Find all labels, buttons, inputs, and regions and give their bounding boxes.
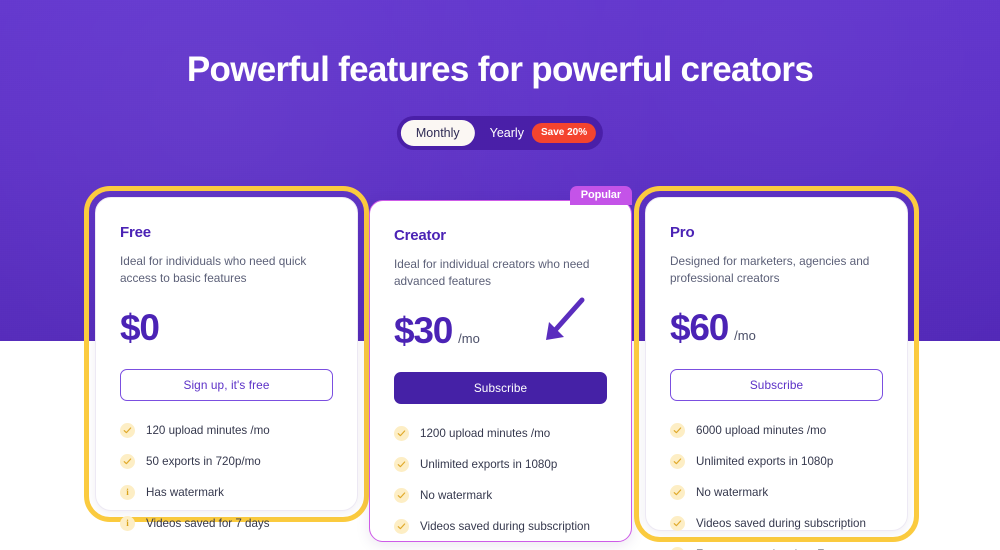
feature-label: Videos saved during subscription <box>420 520 590 533</box>
feature-item: i Videos saved for 7 days <box>120 516 333 531</box>
card-body-creator: Popular Creator Ideal for individual cre… <box>369 186 632 542</box>
feature-list-free: 120 upload minutes /mo 50 exports in 720… <box>120 423 333 531</box>
feature-item: 50 exports in 720p/mo <box>120 454 333 469</box>
card-body-pro: Pro Designed for marketers, agencies and… <box>645 197 908 550</box>
feature-label: Has watermark <box>146 486 224 499</box>
plan-name-free: Free <box>120 224 151 241</box>
plan-price-pro: $60 <box>670 307 729 348</box>
feature-label: 50 exports in 720p/mo <box>146 455 261 468</box>
check-icon <box>670 485 685 500</box>
check-icon <box>120 454 135 469</box>
feature-item: 6000 upload minutes /mo <box>670 423 883 438</box>
feature-item: i Has watermark <box>120 485 333 500</box>
card-body-free: Free Ideal for individuals who need quic… <box>95 197 358 531</box>
check-icon <box>670 423 685 438</box>
feature-label: 120 upload minutes /mo <box>146 424 270 437</box>
plan-name-pro: Pro <box>670 224 695 241</box>
plan-price-row-free: $0 <box>120 309 333 351</box>
feature-item: Unlimited exports in 1080p <box>670 454 883 469</box>
feature-list-pro: 6000 upload minutes /mo Unlimited export… <box>670 423 883 550</box>
popular-badge: Popular <box>569 186 632 205</box>
check-icon <box>394 426 409 441</box>
feature-label: Videos saved during subscription <box>696 517 866 530</box>
cta-button-free[interactable]: Sign up, it's free <box>120 369 333 401</box>
check-icon <box>670 454 685 469</box>
plan-price-creator: $30 <box>394 310 453 351</box>
feature-label: Unlimited exports in 1080p <box>696 455 834 468</box>
feature-item: No watermark <box>670 485 883 500</box>
info-icon: i <box>120 516 135 531</box>
plan-name-creator: Creator <box>394 227 446 244</box>
check-icon <box>394 519 409 534</box>
check-icon <box>394 488 409 503</box>
plan-price-free: $0 <box>120 307 160 348</box>
feature-label: No watermark <box>696 486 769 499</box>
feature-item: 1200 upload minutes /mo <box>394 426 607 441</box>
info-icon: i <box>120 485 135 500</box>
plan-price-row-pro: $60 /mo <box>670 309 883 351</box>
plan-period-creator: /mo <box>458 331 480 346</box>
feature-item: Videos saved during subscription <box>394 519 607 534</box>
pricing-cards-row: Free Ideal for individuals who need quic… <box>0 0 1000 550</box>
feature-label: Videos saved for 7 days <box>146 517 270 530</box>
check-icon <box>670 516 685 531</box>
feature-item: Videos saved during subscription <box>670 516 883 531</box>
feature-label: 1200 upload minutes /mo <box>420 427 551 440</box>
plan-description-pro: Designed for marketers, agencies and pro… <box>670 254 870 285</box>
cta-button-pro[interactable]: Subscribe <box>670 369 883 401</box>
check-icon <box>120 423 135 438</box>
plan-description-free: Ideal for individuals who need quick acc… <box>120 254 307 285</box>
plan-period-pro: /mo <box>734 328 756 343</box>
feature-label: 6000 upload minutes /mo <box>696 424 827 437</box>
feature-item: 120 upload minutes /mo <box>120 423 333 438</box>
feature-label: Unlimited exports in 1080p <box>420 458 558 471</box>
cta-button-creator[interactable]: Subscribe <box>394 372 607 404</box>
feature-item: Unlimited exports in 1080p <box>394 457 607 472</box>
plan-description-creator: Ideal for individual creators who need a… <box>394 257 590 288</box>
feature-label: No watermark <box>420 489 493 502</box>
check-icon <box>394 457 409 472</box>
feature-item: No watermark <box>394 488 607 503</box>
feature-list-creator: 1200 upload minutes /mo Unlimited export… <box>394 426 607 550</box>
down-left-arrow-icon <box>546 297 585 340</box>
